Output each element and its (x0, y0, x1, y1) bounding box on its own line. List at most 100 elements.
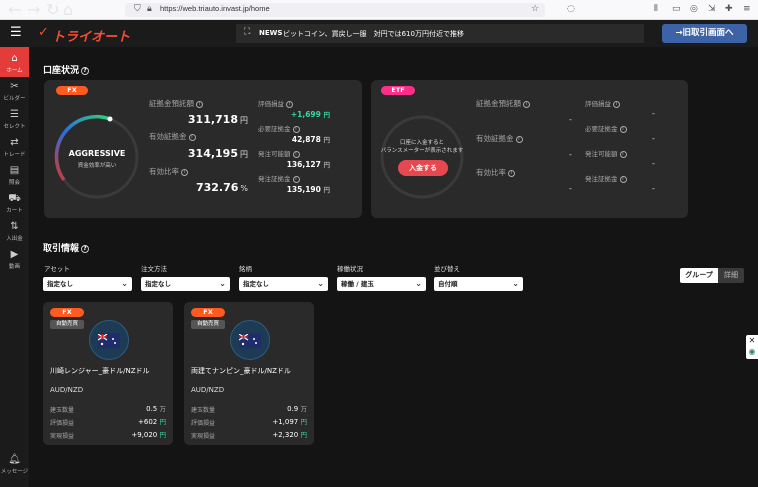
bookmark-star-icon[interactable]: ☆ (531, 4, 539, 14)
chevron-down-icon: ⌄ (317, 279, 324, 288)
effective-margin-label: 有効証拠金 i (149, 131, 196, 142)
reload-icon[interactable]: ↻ (46, 0, 59, 19)
info-icon[interactable]: i (515, 136, 523, 143)
position-value: 0.9 万 (287, 405, 307, 413)
filter-label-status: 稼働状況 (337, 265, 363, 273)
extensions-icon[interactable]: ⇲ (708, 4, 716, 14)
chat-icon[interactable]: ◉ (746, 346, 758, 357)
sidebar-item-label: トレード (3, 152, 26, 158)
tools-icon: ✂ (10, 81, 19, 92)
sidebar-item-select[interactable]: ☰ セレクト (0, 105, 29, 135)
info-icon[interactable]: i (523, 101, 530, 108)
info-icon[interactable]: i (196, 101, 203, 108)
news-headline[interactable]: ビットコイン、買戻し一服 対円では610万円付近で推移 (283, 29, 464, 39)
australia-flag-icon (97, 333, 120, 348)
position-label: 建玉数量 (50, 407, 75, 414)
filter-select-order-method[interactable]: 指定なし ⌄ (141, 277, 230, 291)
strategy-type-badge: 自動売買 (191, 320, 225, 329)
pocket-icon[interactable]: ◌ (567, 4, 575, 14)
info-icon[interactable]: i (181, 169, 188, 176)
help-icon[interactable]: ? (81, 245, 90, 253)
filter-select-asset[interactable]: 指定なし ⌄ (43, 277, 132, 291)
filter-select-status[interactable]: 稼働 / 建玉 ⌄ (337, 277, 426, 291)
info-icon[interactable]: i (619, 176, 627, 183)
news-label: NEWS (259, 29, 283, 37)
etf-deposit-button[interactable]: 入金する (398, 160, 448, 176)
view-toggle-group[interactable]: グループ (680, 268, 718, 283)
puzzle-icon[interactable]: ✚ (725, 4, 733, 14)
menu-icon[interactable]: ≡ (743, 4, 751, 14)
info-icon[interactable]: i (188, 134, 196, 141)
etf-effective-margin-value: - (569, 150, 572, 159)
hamburger-menu-icon[interactable]: ☰ (10, 25, 22, 40)
etf-gauge-message-line1: 口座に入金すると (399, 140, 444, 146)
etf-orderable-label: 発注可能額 i (585, 148, 627, 158)
pl-value: +1,097 円 (272, 418, 307, 426)
info-icon[interactable]: i (292, 126, 300, 133)
library-icon[interactable]: ⫴ (654, 4, 658, 14)
currency-pair: AUD/NZD (50, 386, 84, 394)
transfer-icon: ⇅ (10, 221, 19, 232)
sidebar-item-label: 動画 (8, 264, 20, 270)
info-icon[interactable]: i (508, 170, 515, 177)
chevron-down-icon: ⌄ (512, 279, 519, 288)
required-margin-label: 必要証拠金 i (258, 123, 300, 133)
account-icon[interactable]: ◎ (690, 4, 698, 14)
info-icon[interactable]: i (619, 126, 627, 133)
etf-ratio-label: 有効比率 i (476, 167, 515, 178)
info-icon[interactable]: i (292, 151, 300, 158)
lock-icon: 🔒︎ (147, 4, 152, 14)
info-icon[interactable]: i (286, 101, 293, 108)
australia-flag-icon (238, 333, 261, 348)
filter-label-symbol: 銘柄 (239, 265, 252, 273)
sidebar-item-trade[interactable]: ⇄ トレード (0, 133, 29, 163)
etf-required-margin-value: - (652, 134, 655, 143)
sidebar-item-video[interactable]: ▶ 動画 (0, 245, 29, 275)
filter-select-sort[interactable]: 自付順 ⌄ (434, 277, 523, 291)
expand-icon[interactable]: ⛶ (244, 27, 250, 37)
etf-order-margin-value: - (652, 184, 655, 193)
help-icon[interactable]: ? (81, 67, 90, 75)
close-icon[interactable]: ✕ (746, 335, 758, 346)
sidebar-item-home[interactable]: ⌂ ホーム (0, 47, 29, 77)
app-logo[interactable]: トライオート (52, 26, 130, 45)
filter-select-symbol[interactable]: 指定なし ⌄ (239, 277, 328, 291)
etf-gauge-message: 口座に入金すると バランスメーターが表示されます (380, 139, 464, 155)
sidebar-toggle-icon[interactable]: ▭ (672, 4, 681, 14)
pl-label: 評価損益 (191, 420, 216, 427)
etf-tag: ETF (381, 86, 415, 95)
view-toggle-detail[interactable]: 詳細 (718, 268, 744, 283)
gauge-level-sub: 資金効率が高い (77, 163, 117, 169)
info-icon[interactable]: i (619, 151, 627, 158)
forward-icon[interactable]: → (27, 0, 40, 19)
sidebar-item-label: ビルダー (3, 96, 26, 102)
chevron-down-icon: ⌄ (415, 279, 422, 288)
sidebar-item-inquiry[interactable]: ▤ 照会 (0, 161, 29, 191)
sidebar-item-message[interactable]: 🔔︎ メッセージ (0, 450, 29, 480)
etf-deposit-label: 証拠金預託額 i (476, 98, 530, 109)
effective-ratio-value: 732.76% (195, 181, 248, 194)
floating-widget[interactable]: ✕ ◉ (746, 335, 758, 359)
info-icon[interactable]: i (292, 176, 300, 183)
back-icon[interactable]: ← (8, 0, 21, 19)
strategy-name: 川崎レンジャー_豪ドル/NZドル (50, 367, 150, 375)
cart-icon: ⛟ (8, 193, 21, 204)
strategy-type-badge: 自動売買 (50, 320, 84, 329)
sidebar-item-builder[interactable]: ✂ ビルダー (0, 77, 29, 107)
filter-label-asset: アセット (44, 265, 70, 273)
url-text[interactable]: https://web.triauto.invast.jp/home (160, 4, 270, 13)
realized-pl-label: 実現損益 (191, 433, 216, 440)
etf-ratio-value: - (569, 184, 572, 193)
sidebar-item-transfer[interactable]: ⇅ 入出金 (0, 217, 29, 247)
home-browser-icon[interactable]: ⌂ (63, 0, 73, 19)
trading-info-title: 取引情報? (43, 241, 90, 254)
trading-info-title-text: 取引情報 (43, 244, 80, 254)
old-screen-button[interactable]: →旧取引画面へ (662, 24, 747, 43)
sidebar-item-label: ホーム (6, 68, 23, 74)
filter-label-sort: 並び替え (434, 265, 460, 273)
sidebar-item-cart[interactable]: ⛟ カート (0, 189, 29, 219)
orderable-label: 発注可能額 i (258, 148, 300, 158)
info-icon[interactable]: i (613, 101, 620, 108)
pl-value: +1,699 円 (290, 110, 330, 119)
etf-gauge-message-line2: バランスメーターが表示されます (380, 148, 464, 154)
